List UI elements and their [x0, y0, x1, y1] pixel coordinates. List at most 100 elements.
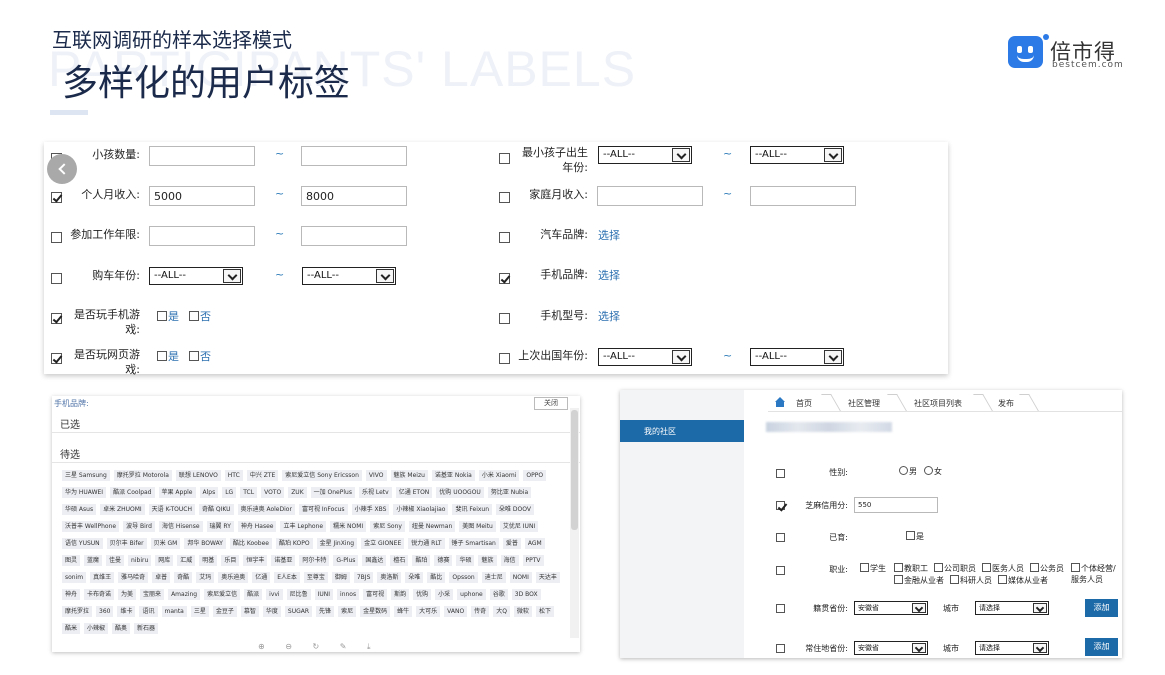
brand-tag[interactable]: 卓普: [152, 572, 171, 583]
brand-tag[interactable]: VIVO: [365, 470, 387, 481]
brand-tag[interactable]: 金星 JinXing: [316, 538, 358, 549]
brand-tag[interactable]: 微软: [513, 606, 532, 617]
close-button[interactable]: 关闭: [534, 397, 568, 410]
filter-checkbox-personal-income[interactable]: [51, 192, 62, 203]
car-year-from-select[interactable]: --ALL--: [149, 267, 243, 285]
brand-tag[interactable]: AGM: [524, 538, 545, 549]
brand-tag[interactable]: 酷奥: [112, 623, 131, 634]
home-icon[interactable]: [774, 397, 786, 407]
brand-tag[interactable]: 为美: [118, 589, 137, 600]
job-checkbox[interactable]: [776, 566, 785, 575]
brand-tag[interactable]: 斐讯 Feixun: [452, 504, 493, 515]
youngest-child-year-from-select[interactable]: --ALL--: [598, 146, 692, 164]
brand-tag[interactable]: 波导 Bird: [123, 521, 155, 532]
brand-tag[interactable]: Opsson: [449, 572, 478, 583]
brand-tag[interactable]: PPTV: [522, 555, 544, 566]
children-count-from-input[interactable]: [149, 146, 255, 166]
family-income-from-input[interactable]: [597, 186, 703, 206]
brand-tag[interactable]: 亿通 ETON: [395, 487, 433, 498]
job-option-self-employed[interactable]: 个体经营/服务人员: [1071, 563, 1117, 585]
brand-tag[interactable]: 卡布奇诺: [84, 589, 115, 600]
brand-tag[interactable]: 斯韵: [391, 589, 410, 600]
filter-checkbox-car-brand[interactable]: [499, 232, 510, 243]
brand-tag[interactable]: 爱普: [502, 538, 521, 549]
personal-income-to-input[interactable]: 8000: [301, 186, 407, 206]
mobile-games-yes-option[interactable]: 是: [157, 308, 179, 324]
brand-tag[interactable]: HTC: [224, 470, 243, 481]
married-checkbox[interactable]: [776, 533, 785, 542]
brand-tag[interactable]: 亿通: [252, 572, 271, 583]
sidebar-item-my-community[interactable]: 我的社区: [620, 420, 744, 442]
brand-tag[interactable]: 360: [96, 606, 114, 617]
brand-tag[interactable]: 酷派: [244, 589, 263, 600]
brand-tag[interactable]: 奇酷 QIKU: [198, 504, 234, 515]
brand-tag[interactable]: 邦华 BOWAY: [184, 538, 226, 549]
brand-tag[interactable]: 索尼: [338, 606, 357, 617]
brand-tag[interactable]: Alps: [199, 487, 219, 498]
breadcrumb-community-manage[interactable]: 社区管理: [848, 398, 880, 409]
brand-tag[interactable]: 贝尔丰 Bifer: [106, 538, 147, 549]
brand-tag[interactable]: 苹果 Apple: [158, 487, 196, 498]
brand-tag[interactable]: 檀石: [390, 555, 409, 566]
job-option-finance[interactable]: 金融从业者: [894, 575, 944, 586]
residence-city-select[interactable]: 请选择: [975, 641, 1049, 655]
brand-tag[interactable]: 索尼 Sony: [370, 521, 405, 532]
brand-tag[interactable]: 三星: [190, 606, 209, 617]
brand-tag[interactable]: 真维王: [90, 572, 115, 583]
brand-tag[interactable]: 海信 Hisense: [158, 521, 203, 532]
brand-tag[interactable]: G-Plus: [333, 555, 359, 566]
brand-tag[interactable]: 乐视 Letv: [358, 487, 392, 498]
brand-tag[interactable]: 迪士尼: [481, 572, 506, 583]
brand-tag[interactable]: 诺基亚 Nokia: [431, 470, 475, 481]
youngest-child-year-to-select[interactable]: --ALL--: [750, 146, 844, 164]
brand-tag[interactable]: 瑞翼 RY: [206, 521, 234, 532]
phone-brand-choose-link[interactable]: 选择: [598, 267, 620, 283]
brand-tag[interactable]: 蜂牛: [394, 606, 413, 617]
brand-tag[interactable]: TCL: [240, 487, 258, 498]
brand-tag[interactable]: 松下: [535, 606, 554, 617]
children-count-to-input[interactable]: [301, 146, 407, 166]
car-brand-choose-link[interactable]: 选择: [598, 227, 620, 243]
brand-tag[interactable]: 酷派 Coolpad: [110, 487, 155, 498]
filter-checkbox-youngest-child-year[interactable]: [499, 153, 510, 164]
brand-tag[interactable]: 富可视 InFocus: [298, 504, 348, 515]
brand-tag[interactable]: 神舟 Hasee: [237, 521, 277, 532]
brand-tag[interactable]: 联想 LENOVO: [175, 470, 221, 481]
brand-tag[interactable]: 奥洛斯: [377, 572, 402, 583]
brand-tag[interactable]: sonim: [62, 572, 87, 583]
brand-tag[interactable]: 贝米 GM: [150, 538, 181, 549]
brand-tag[interactable]: 诺基亚: [271, 555, 296, 566]
brand-tag[interactable]: 慕智: [240, 606, 259, 617]
brand-tag[interactable]: manta: [161, 606, 187, 617]
filter-checkbox-web-games[interactable]: [51, 353, 62, 364]
gender-male-radio[interactable]: 男: [899, 466, 917, 477]
credit-score-input[interactable]: 550: [854, 497, 938, 513]
brand-tag[interactable]: 7BJS: [353, 572, 374, 583]
brand-tag[interactable]: 酷比: [427, 572, 446, 583]
brand-tag[interactable]: 酷珀: [412, 555, 431, 566]
brand-tag[interactable]: 乐目: [221, 555, 240, 566]
brand-tag[interactable]: 御姆: [331, 572, 350, 583]
brand-tag[interactable]: 纽曼 Newman: [408, 521, 456, 532]
brand-tag[interactable]: 华硕 Asus: [62, 504, 97, 515]
residence-province-select[interactable]: 安徽省: [854, 641, 928, 655]
brand-tag[interactable]: 摩托罗拉: [62, 606, 93, 617]
brand-tag[interactable]: VANO: [444, 606, 468, 617]
brand-tag[interactable]: NOMI: [509, 572, 532, 583]
brand-tag[interactable]: 富可视: [363, 589, 388, 600]
brand-tag[interactable]: innos: [337, 589, 360, 600]
last-abroad-year-from-select[interactable]: --ALL--: [598, 348, 692, 366]
brand-tag[interactable]: 华度: [262, 606, 281, 617]
brand-tag[interactable]: 佳曼: [106, 555, 125, 566]
brand-tag[interactable]: 金豆子: [212, 606, 237, 617]
brand-tag[interactable]: 大可乐: [416, 606, 441, 617]
brand-tag[interactable]: 糯米 NOMI: [330, 521, 367, 532]
brand-tag[interactable]: E人E本: [274, 572, 300, 583]
brand-tag[interactable]: 魅族: [478, 555, 497, 566]
phone-model-choose-link[interactable]: 选择: [598, 308, 620, 324]
work-years-from-input[interactable]: [149, 226, 255, 246]
brand-tag[interactable]: 奇酷: [174, 572, 193, 583]
brand-tag[interactable]: 维卡: [117, 606, 136, 617]
brand-tag[interactable]: 小辣手 XBS: [351, 504, 390, 515]
filter-checkbox-work-years[interactable]: [51, 232, 62, 243]
